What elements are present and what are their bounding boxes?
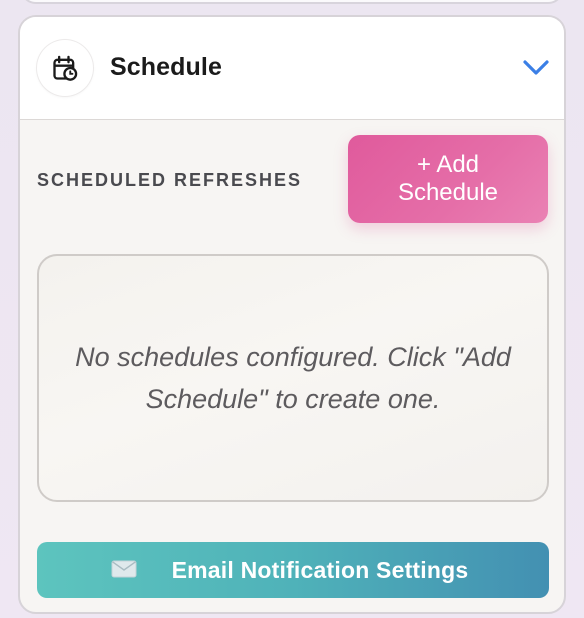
empty-schedules-message: No schedules configured. Click "Add Sche… <box>75 342 511 414</box>
email-notification-settings-button[interactable]: Email Notification Settings <box>37 542 549 598</box>
previous-card-edge <box>20 0 564 4</box>
scheduled-refreshes-label: SCHEDULED REFRESHES <box>37 170 303 190</box>
empty-schedules-placeholder: No schedules configured. Click "Add Sche… <box>37 254 549 502</box>
email-notification-settings-label: Email Notification Settings <box>171 556 469 583</box>
collapse-toggle[interactable] <box>522 57 550 79</box>
schedule-card: Schedule SCHEDULED REFRESHES + Add Sched… <box>18 15 566 614</box>
add-schedule-button[interactable]: + Add Schedule <box>348 135 548 223</box>
envelope-icon <box>111 560 137 578</box>
calendar-clock-icon <box>53 55 78 81</box>
schedule-icon-badge <box>37 40 93 96</box>
section-title: Schedule <box>110 53 222 81</box>
schedule-card-header[interactable]: Schedule <box>20 17 564 120</box>
chevron-down-icon <box>523 60 549 75</box>
